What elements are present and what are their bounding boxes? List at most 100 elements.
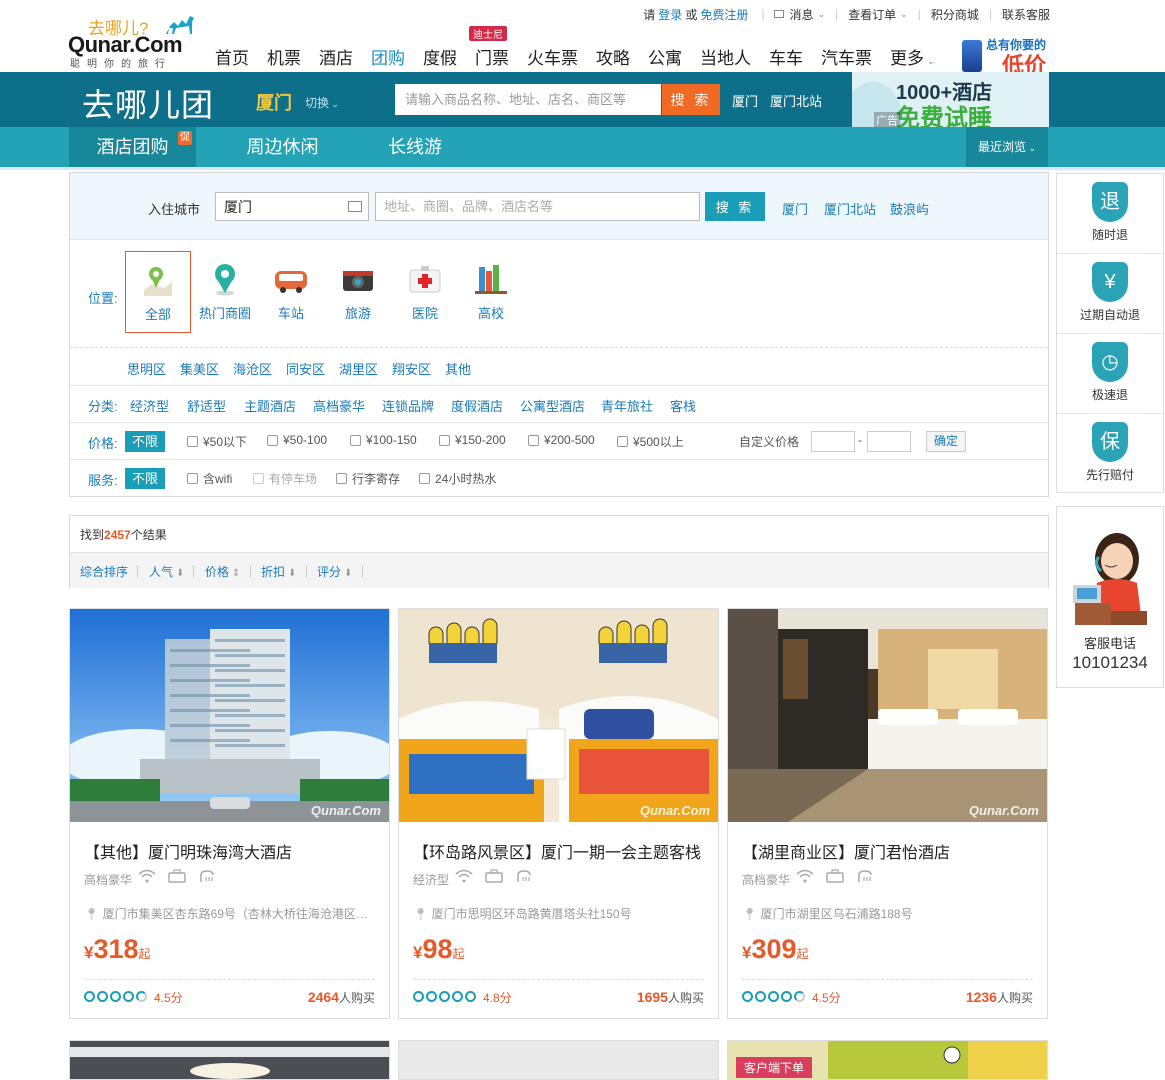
promise-fast-refund[interactable]: ◷ 极速退 bbox=[1057, 334, 1163, 414]
sort-default[interactable]: 综合排序 bbox=[80, 563, 128, 580]
nav-vacation[interactable]: 度假 bbox=[423, 44, 457, 69]
cat-apartment[interactable]: 公寓型酒店 bbox=[520, 396, 585, 415]
cat-luxury[interactable]: 高档豪华 bbox=[313, 396, 365, 415]
register-link[interactable]: 免费注册 bbox=[700, 6, 748, 23]
quick-link-gulangyu[interactable]: 鼓浪屿 bbox=[890, 199, 929, 218]
hotel-title[interactable]: 【湖里商业区】厦门君怡酒店 bbox=[742, 839, 950, 863]
calendar-icon[interactable] bbox=[348, 201, 362, 212]
price-opt-100-150[interactable]: ¥100-150 bbox=[350, 433, 417, 447]
checkin-city-input[interactable] bbox=[215, 192, 369, 221]
free-trial-ad[interactable]: 1000+酒店 免费试睡 广告 bbox=[852, 72, 1049, 127]
promise-refund-anytime[interactable]: 退 随时退 bbox=[1057, 174, 1163, 254]
price-opt-150-200[interactable]: ¥150-200 bbox=[439, 433, 506, 447]
customer-service-panel[interactable]: 客服电话 10101234 bbox=[1056, 506, 1164, 688]
nav-tickets[interactable]: 迪士尼 门票 bbox=[469, 26, 509, 69]
cat-chain[interactable]: 连锁品牌 bbox=[382, 396, 434, 415]
switch-city-link[interactable]: 切换 ⌄ bbox=[305, 94, 339, 111]
cat-economy[interactable]: 经济型 bbox=[130, 396, 169, 415]
hotel-title[interactable]: 【环岛路风景区】厦门一期一会主题客栈 bbox=[413, 839, 701, 863]
nav-cars[interactable]: 车车 bbox=[769, 44, 803, 69]
hotel-card[interactable]: Qunar.Com 【其他】厦门明珠海湾大酒店 高档豪华 📍︎ 厦门市集美区杏东… bbox=[69, 608, 390, 1019]
contact-service-link[interactable]: 联系客服 bbox=[1002, 6, 1050, 23]
district-xiangan[interactable]: 翔安区 bbox=[392, 359, 431, 378]
loc-university[interactable]: 高校 bbox=[458, 251, 524, 333]
recent-browse-menu[interactable]: 最近浏览 ⌄ bbox=[966, 127, 1048, 167]
cat-resort[interactable]: 度假酒店 bbox=[451, 396, 503, 415]
nav-guides[interactable]: 攻略 bbox=[596, 44, 630, 69]
district-jimei[interactable]: 集美区 bbox=[180, 359, 219, 378]
district-other[interactable]: 其他 bbox=[445, 359, 471, 378]
hotel-photo[interactable]: Qunar.Com bbox=[70, 609, 389, 822]
hot-link-xiamen-north[interactable]: 厦门北站 bbox=[770, 91, 822, 110]
price-max-input[interactable] bbox=[867, 431, 911, 452]
district-siming[interactable]: 思明区 bbox=[127, 359, 166, 378]
top-search-button[interactable]: 搜 索 bbox=[662, 84, 720, 115]
nav-home[interactable]: 首页 bbox=[215, 44, 249, 69]
loc-hospital[interactable]: 医院 bbox=[392, 251, 458, 333]
checkbox[interactable] bbox=[187, 473, 198, 484]
hotel-title[interactable]: 【其他】厦门明珠海湾大酒店 bbox=[84, 839, 292, 863]
svc-luggage[interactable]: 行李寄存 bbox=[336, 470, 400, 487]
quick-link-xiamen-north[interactable]: 厦门北站 bbox=[824, 199, 876, 218]
cat-hostel[interactable]: 青年旅社 bbox=[601, 396, 653, 415]
hot-link-xiamen[interactable]: 厦门 bbox=[732, 91, 758, 110]
district-haicang[interactable]: 海沧区 bbox=[233, 359, 272, 378]
cat-comfort[interactable]: 舒适型 bbox=[187, 396, 226, 415]
svc-wifi[interactable]: 含wifi bbox=[187, 470, 232, 487]
loc-tourism[interactable]: 旅游 bbox=[325, 251, 391, 333]
top-search-input[interactable] bbox=[395, 84, 661, 115]
messages-menu[interactable]: 消息 ⌄ bbox=[774, 6, 825, 23]
promise-compensation[interactable]: 保 先行赔付 bbox=[1057, 414, 1163, 494]
price-opt-200-500[interactable]: ¥200-500 bbox=[528, 433, 595, 447]
hotel-photo[interactable]: Qunar.Com bbox=[728, 609, 1047, 822]
nav-apartments[interactable]: 公寓 bbox=[648, 44, 682, 69]
tab-long-trip[interactable]: 长线游 bbox=[375, 127, 455, 167]
price-opt-under50[interactable]: ¥50以下 bbox=[187, 433, 247, 450]
loc-hot-area[interactable]: 热门商圈 bbox=[192, 251, 258, 333]
cat-inn[interactable]: 客栈 bbox=[670, 396, 696, 415]
tab-nearby-leisure[interactable]: 周边休闲 bbox=[230, 127, 335, 167]
price-nolimit-button[interactable]: 不限 bbox=[125, 431, 165, 452]
hotel-card[interactable] bbox=[398, 1040, 719, 1080]
hotel-photo[interactable]: Qunar.Com bbox=[399, 609, 718, 822]
points-mall-link[interactable]: 积分商城 bbox=[931, 6, 979, 23]
checkbox[interactable] bbox=[350, 434, 361, 446]
price-confirm-button[interactable]: 确定 bbox=[926, 431, 966, 452]
svc-hotwater[interactable]: 24小时热水 bbox=[419, 470, 496, 487]
cat-theme[interactable]: 主题酒店 bbox=[244, 396, 296, 415]
checkbox[interactable] bbox=[528, 434, 539, 446]
district-huli[interactable]: 湖里区 bbox=[339, 359, 378, 378]
promise-auto-refund[interactable]: ¥ 过期自动退 bbox=[1057, 254, 1163, 334]
checkbox[interactable] bbox=[267, 434, 278, 446]
hotel-search-button[interactable]: 搜 索 bbox=[705, 192, 765, 221]
sort-price[interactable]: 价格 ⇕ bbox=[205, 563, 240, 580]
sort-popularity[interactable]: 人气 ⬇ bbox=[149, 563, 184, 580]
nav-locals[interactable]: 当地人 bbox=[700, 44, 751, 69]
price-min-input[interactable] bbox=[811, 431, 855, 452]
service-nolimit-button[interactable]: 不限 bbox=[125, 468, 165, 489]
nav-groupbuy[interactable]: 团购 bbox=[371, 44, 405, 69]
loc-all[interactable]: 全部 bbox=[125, 251, 191, 333]
login-link[interactable]: 登录 bbox=[658, 6, 682, 23]
sort-discount[interactable]: 折扣 ⬇ bbox=[261, 563, 296, 580]
orders-menu[interactable]: 查看订单 ⌄ bbox=[848, 6, 908, 23]
price-opt-over500[interactable]: ¥500以上 bbox=[617, 433, 684, 450]
nav-train[interactable]: 火车票 bbox=[527, 44, 578, 69]
checkbox[interactable] bbox=[439, 434, 450, 446]
loc-station[interactable]: 车站 bbox=[258, 251, 324, 333]
checkbox[interactable] bbox=[336, 473, 347, 484]
qunar-logo[interactable]: 去哪儿? Qunar.Com 聪明你的旅行 bbox=[68, 12, 203, 70]
nav-hotels[interactable]: 酒店 bbox=[319, 44, 353, 69]
hotel-card[interactable]: Qunar.Com 【环岛路风景区】厦门一期一会主题客栈 经济型 📍︎ 厦门市思… bbox=[398, 608, 719, 1019]
district-tongan[interactable]: 同安区 bbox=[286, 359, 325, 378]
checkbox[interactable] bbox=[419, 473, 430, 484]
tab-hotel-groupbuy[interactable]: 酒店团购 促 bbox=[69, 127, 196, 167]
checkbox[interactable] bbox=[617, 436, 628, 447]
quick-link-xiamen[interactable]: 厦门 bbox=[782, 199, 808, 218]
hotel-keyword-input[interactable] bbox=[375, 192, 700, 221]
hotel-card[interactable] bbox=[69, 1040, 390, 1080]
price-opt-50-100[interactable]: ¥50-100 bbox=[267, 433, 327, 447]
brand-title[interactable]: 去哪儿团 bbox=[82, 80, 214, 126]
nav-more[interactable]: 更多 ⌄ bbox=[890, 44, 935, 69]
checkbox[interactable] bbox=[187, 436, 198, 447]
